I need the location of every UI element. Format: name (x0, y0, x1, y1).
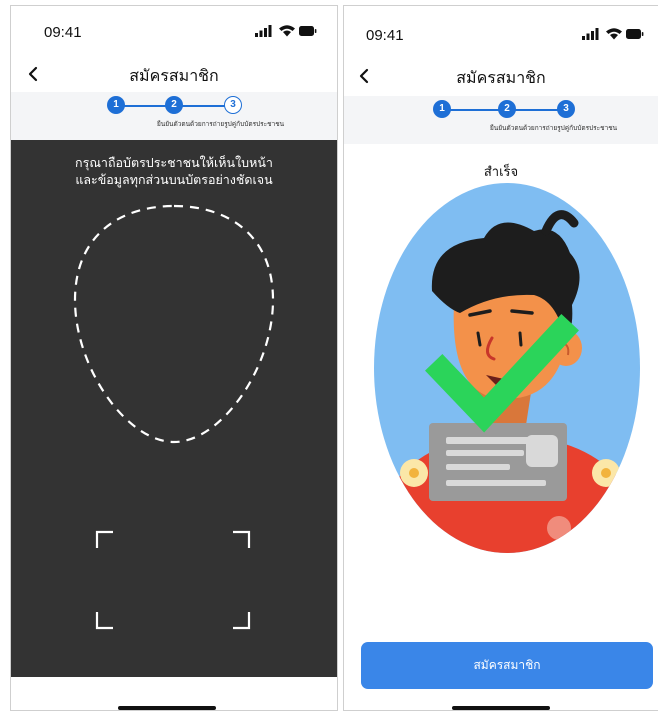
status-bar: 09:41 (344, 6, 658, 58)
navigation-bar: สมัครสมาชิก (11, 58, 337, 93)
step-caption: ยืนยันตัวตนด้วยการถ่ายรูปคู่กับบัตรประชา… (157, 120, 285, 128)
step-1: 1 (433, 100, 451, 118)
home-indicator (118, 706, 216, 710)
navigation-bar: สมัครสมาชิก (344, 60, 658, 94)
step-connector (447, 109, 502, 111)
step-2: 2 (498, 100, 516, 118)
phone-screen-success: 09:41 สมัครสมาชิก 1 2 3 ยืนยันตัวตนด้วยก… (343, 5, 658, 711)
step-caption: ยืนยันตัวตนด้วยการถ่ายรูปคู่กับบัตรประชา… (490, 124, 618, 132)
camera-viewfinder: กรุณาถือบัตรประชาชนให้เห็นใบหน้า และข้อม… (11, 140, 337, 677)
wifi-icon (606, 28, 622, 40)
register-button[interactable]: สมัครสมาชิก (361, 642, 653, 689)
signal-icon (582, 28, 599, 40)
progress-stepper: 1 2 3 ยืนยันตัวตนด้วยการถ่ายรูปคู่กับบัต… (344, 96, 658, 144)
page-title: สมัครสมาชิก (129, 66, 219, 85)
status-icons (255, 25, 317, 37)
status-icons (582, 28, 644, 40)
card-frame-icon (95, 530, 251, 630)
status-time: 09:41 (44, 24, 82, 41)
home-indicator (452, 706, 550, 710)
battery-icon (299, 26, 317, 36)
success-illustration (374, 183, 640, 553)
step-3: 3 (224, 96, 242, 114)
page-title: สมัครสมาชิก (456, 68, 546, 87)
status-time: 09:41 (366, 27, 404, 44)
id-card-icon (429, 423, 567, 501)
battery-icon (626, 29, 644, 39)
progress-stepper: 1 2 3 ยืนยันตัวตนด้วยการถ่ายรูปคู่กับบัต… (11, 92, 337, 140)
wifi-icon (279, 25, 295, 37)
phone-screen-camera: 09:41 สมัครสมาชิก 1 2 3 ยืนยันตัวตนด้วยก… (10, 5, 338, 711)
step-2: 2 (165, 96, 183, 114)
status-bar: 09:41 (11, 6, 337, 58)
step-3: 3 (557, 100, 575, 118)
signal-icon (255, 25, 272, 37)
camera-guides (73, 204, 275, 630)
success-label: สำเร็จ (483, 165, 519, 180)
face-guide-icon (73, 204, 275, 444)
step-1: 1 (107, 96, 125, 114)
